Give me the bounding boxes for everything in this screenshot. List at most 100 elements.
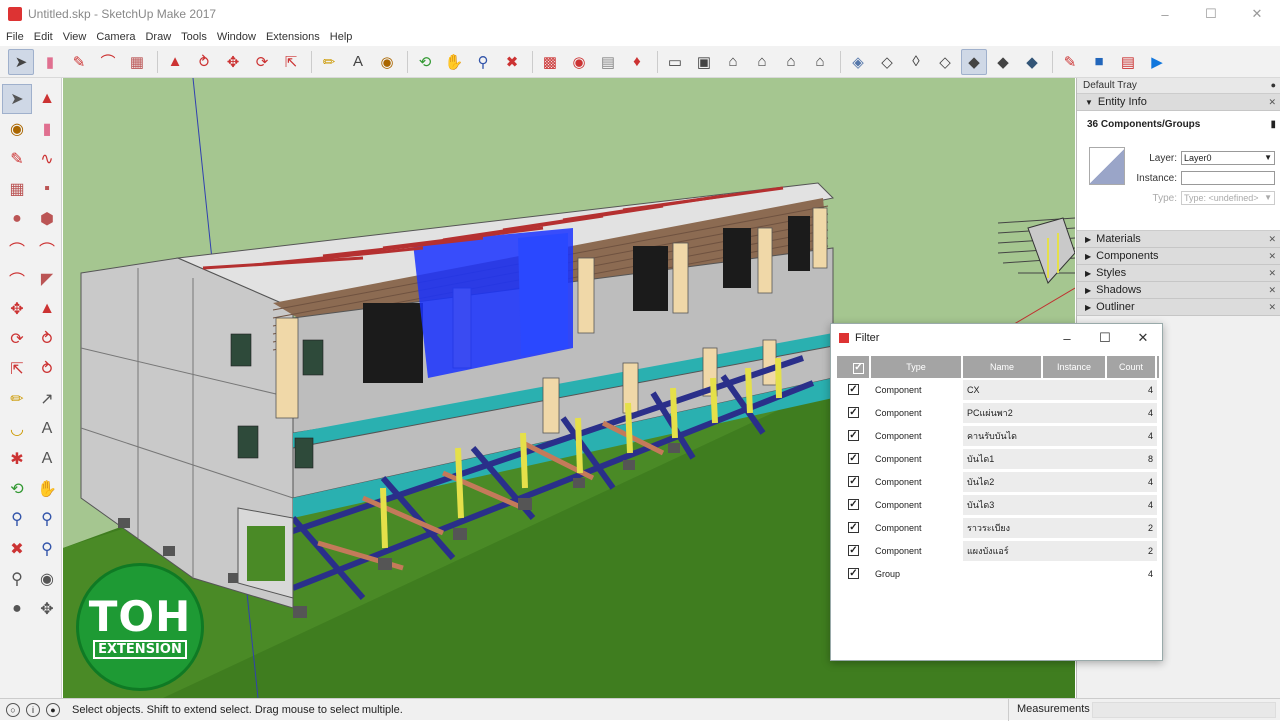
pin-icon[interactable]: ●	[1271, 80, 1276, 90]
shadows-section[interactable]: ▶ Shadows ✕	[1077, 282, 1280, 299]
zoom-extents-icon[interactable]: ✖	[2, 534, 32, 564]
eraser-tool-icon[interactable]: ▮	[32, 114, 62, 144]
top-view-icon[interactable]: ▣	[691, 49, 717, 75]
scale-tool-icon[interactable]: ⇱	[2, 354, 32, 384]
column-instance[interactable]: Instance	[1043, 356, 1107, 378]
row-checkbox[interactable]: ✓	[848, 430, 859, 441]
rectangle-tool-icon[interactable]: ▦	[2, 174, 32, 204]
user-icon[interactable]: ●	[46, 702, 60, 717]
move-tool-icon[interactable]: ✥	[220, 49, 246, 75]
table-row[interactable]: ✓ Group 4	[837, 562, 1159, 585]
zoom-tool-icon[interactable]: ⚲	[470, 49, 496, 75]
menu-help[interactable]: Help	[324, 31, 357, 43]
geo-location-icon[interactable]: ○	[6, 702, 20, 717]
measurements-input[interactable]	[1092, 702, 1276, 718]
back-view-icon[interactable]: ⌂	[778, 49, 804, 75]
pan-tool-icon[interactable]: ✋	[32, 474, 62, 504]
row-checkbox[interactable]: ✓	[848, 499, 859, 510]
iso-view-icon[interactable]: ▭	[662, 49, 688, 75]
table-row[interactable]: ✓ Component คานรับบันได 4	[837, 424, 1159, 447]
table-row[interactable]: ✓ Component ราวระเบียง 2	[837, 516, 1159, 539]
make-component-icon[interactable]: ▲	[32, 84, 62, 114]
close-icon[interactable]: ✕	[1268, 285, 1276, 296]
close-icon[interactable]: ✕	[1268, 302, 1276, 313]
push-pull-tool-icon[interactable]: ▲	[162, 49, 188, 75]
protractor-tool-icon[interactable]: ◡	[2, 414, 32, 444]
paint-bucket-icon[interactable]: ◉	[2, 114, 32, 144]
materials-section[interactable]: ▶ Materials ✕	[1077, 231, 1280, 248]
hidden-line-style-icon[interactable]: ◇	[932, 49, 958, 75]
select-all-checkbox[interactable]: ✓	[837, 356, 871, 378]
pencil-tool-icon[interactable]: ✎	[66, 49, 92, 75]
extension-warehouse-icon[interactable]: ▤	[595, 49, 621, 75]
right-view-icon[interactable]: ⌂	[749, 49, 775, 75]
zoom-tool-icon[interactable]: ⚲	[2, 504, 32, 534]
paint-bucket-icon[interactable]: ◉	[374, 49, 400, 75]
close-icon[interactable]: ✕	[1268, 268, 1276, 279]
section-plane-icon[interactable]: ✥	[32, 594, 62, 624]
xray-style-icon[interactable]: ◈	[845, 49, 871, 75]
close-icon[interactable]: ✕	[1268, 97, 1276, 108]
warehouse-icon[interactable]: ▩	[537, 49, 563, 75]
details-toggle-icon[interactable]: ▮	[1270, 119, 1276, 130]
row-checkbox[interactable]: ✓	[848, 453, 859, 464]
credits-icon[interactable]: i	[26, 702, 40, 717]
pan-tool-icon[interactable]: ✋	[441, 49, 467, 75]
table-row[interactable]: ✓ Component PCแผ่นพา2 4	[837, 401, 1159, 424]
row-checkbox[interactable]: ✓	[848, 407, 859, 418]
layout-icon[interactable]: ■	[1086, 49, 1112, 75]
arc-tool-icon[interactable]: ⌒	[2, 234, 32, 264]
entity-info-section[interactable]: ▼ Entity Info ✕	[1077, 94, 1280, 111]
walk-tool-icon[interactable]: ●	[2, 594, 32, 624]
rectangle-tool-icon[interactable]: ▦	[124, 49, 150, 75]
dimension-tool-icon[interactable]: ↗	[32, 384, 62, 414]
move-tool-icon[interactable]: ✥	[2, 294, 32, 324]
column-count[interactable]: Count	[1107, 356, 1157, 378]
minimize-button[interactable]: –	[1048, 324, 1086, 352]
menu-edit[interactable]: Edit	[28, 31, 57, 43]
follow-me-tool-icon[interactable]: ⥁	[191, 49, 217, 75]
front-view-icon[interactable]: ⌂	[720, 49, 746, 75]
shaded-style-icon[interactable]: ◆	[961, 48, 987, 75]
menu-window[interactable]: Window	[211, 31, 260, 43]
table-row[interactable]: ✓ Component บันได3 4	[837, 493, 1159, 516]
play-icon[interactable]: ▶	[1144, 49, 1170, 75]
ruby-icon[interactable]: ♦	[624, 49, 650, 75]
two-point-arc-icon[interactable]: ⌒	[32, 234, 62, 264]
select-tool-icon[interactable]: ➤	[8, 48, 34, 75]
tape-measure-icon[interactable]: ✏	[2, 384, 32, 414]
text-tool-icon[interactable]: A	[345, 49, 371, 75]
menu-file[interactable]: File	[0, 31, 28, 43]
close-button[interactable]: ✕	[1124, 324, 1162, 352]
axes-tool-icon[interactable]: ✱	[2, 444, 32, 474]
scale-tool-icon[interactable]: ⇱	[278, 49, 304, 75]
menu-tools[interactable]: Tools	[175, 31, 211, 43]
select-tool-icon[interactable]: ➤	[2, 84, 32, 114]
3d-text-tool-icon[interactable]: A	[32, 444, 62, 474]
column-name[interactable]: Name	[963, 356, 1043, 378]
material-swatch[interactable]	[1089, 147, 1125, 185]
column-type[interactable]: Type	[871, 356, 963, 378]
table-row[interactable]: ✓ Component บันได2 4	[837, 470, 1159, 493]
freehand-tool-icon[interactable]: ∿	[32, 144, 62, 174]
row-checkbox[interactable]: ✓	[848, 476, 859, 487]
monochrome-style-icon[interactable]: ◆	[1019, 49, 1045, 75]
rotated-rectangle-icon[interactable]: ▪	[32, 174, 62, 204]
table-row[interactable]: ✓ Component CX 4	[837, 378, 1159, 401]
offset-tool-icon[interactable]: ⥁	[32, 354, 62, 384]
back-edges-icon[interactable]: ◇	[874, 49, 900, 75]
menu-extensions[interactable]: Extensions	[260, 31, 324, 43]
zoom-extents-icon[interactable]: ✖	[499, 49, 525, 75]
rotate-tool-icon[interactable]: ⟳	[249, 49, 275, 75]
menu-camera[interactable]: Camera	[90, 31, 139, 43]
instance-field[interactable]	[1181, 171, 1275, 185]
text-tool-icon[interactable]: A	[32, 414, 62, 444]
row-checkbox[interactable]: ✓	[848, 568, 859, 579]
maximize-button[interactable]: ☐	[1188, 0, 1234, 28]
filter-titlebar[interactable]: Filter – ☐ ✕	[831, 324, 1162, 352]
style-builder-icon[interactable]: ▤	[1115, 49, 1141, 75]
row-checkbox[interactable]: ✓	[848, 384, 859, 395]
orbit-tool-icon[interactable]: ⟲	[2, 474, 32, 504]
menu-view[interactable]: View	[57, 31, 91, 43]
table-row[interactable]: ✓ Component บันได1 8	[837, 447, 1159, 470]
